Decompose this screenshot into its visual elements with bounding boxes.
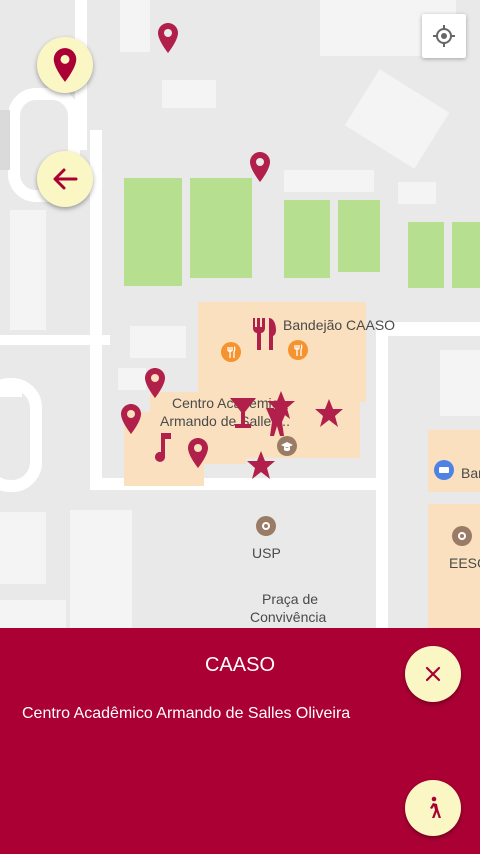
- field: [452, 222, 480, 288]
- road-loop: [0, 378, 42, 492]
- walking-person-icon: [430, 796, 441, 818]
- map-label-bandejao: Bandejão CAASO: [283, 317, 396, 333]
- field: [190, 178, 252, 278]
- map-label-praca-line1: Praça de: [262, 591, 319, 607]
- music-marker-icon[interactable]: [152, 431, 174, 463]
- map-view[interactable]: Bandejão CAASO Centro Acadêmico Armando …: [0, 0, 480, 628]
- back-button[interactable]: [37, 151, 93, 207]
- place-subtitle: Centro Acadêmico Armando de Salles Olive…: [22, 705, 351, 722]
- my-location-button[interactable]: [422, 14, 466, 58]
- star-marker-icon[interactable]: [314, 398, 344, 428]
- bar-marker-icon[interactable]: [228, 396, 258, 430]
- building: [70, 510, 132, 628]
- building: [162, 80, 216, 108]
- bank-poi-icon[interactable]: [434, 460, 454, 480]
- close-icon: [425, 666, 441, 682]
- field: [338, 200, 380, 272]
- building: [284, 170, 374, 192]
- building: [118, 368, 146, 390]
- map-label-eesc: EESC: [449, 555, 480, 571]
- restaurant-poi-icon[interactable]: [221, 342, 241, 362]
- building: [120, 0, 150, 52]
- star-marker-icon[interactable]: [246, 450, 276, 480]
- map-label-usp: USP: [252, 545, 281, 561]
- university-poi-icon[interactable]: [452, 526, 472, 546]
- field: [284, 200, 330, 278]
- building: [0, 110, 10, 170]
- map-pin-icon[interactable]: [187, 437, 209, 469]
- selected-marker-icon[interactable]: [262, 404, 292, 438]
- pin-filter-button[interactable]: [37, 37, 93, 93]
- arrow-left-icon: [53, 168, 78, 190]
- map-pin-icon[interactable]: [157, 22, 179, 54]
- walking-directions-button[interactable]: [405, 780, 461, 836]
- university-poi-icon[interactable]: [256, 516, 276, 536]
- field: [408, 222, 444, 288]
- map-pin-icon: [53, 48, 77, 82]
- place-detail-panel: CAASO Centro Acadêmico Armando de Salles…: [0, 628, 480, 854]
- building: [398, 182, 436, 204]
- building: [0, 512, 46, 584]
- map-pin-icon[interactable]: [144, 367, 166, 399]
- building: [130, 326, 186, 358]
- building: [440, 350, 480, 416]
- restaurant-marker-icon[interactable]: [250, 316, 280, 352]
- map-label-praca-line2: Convivência: [250, 609, 327, 625]
- map-label-bank: Bar: [461, 465, 480, 481]
- map-pin-icon[interactable]: [120, 403, 142, 435]
- close-button[interactable]: [405, 646, 461, 702]
- field: [124, 178, 182, 286]
- building: [0, 600, 66, 628]
- my-location-icon: [433, 25, 455, 47]
- map-pin-icon[interactable]: [249, 151, 271, 183]
- building: [344, 69, 450, 169]
- restaurant-poi-icon[interactable]: [288, 340, 308, 360]
- school-poi-icon[interactable]: [277, 436, 297, 456]
- road: [0, 335, 110, 345]
- building: [10, 210, 46, 330]
- road: [376, 330, 388, 628]
